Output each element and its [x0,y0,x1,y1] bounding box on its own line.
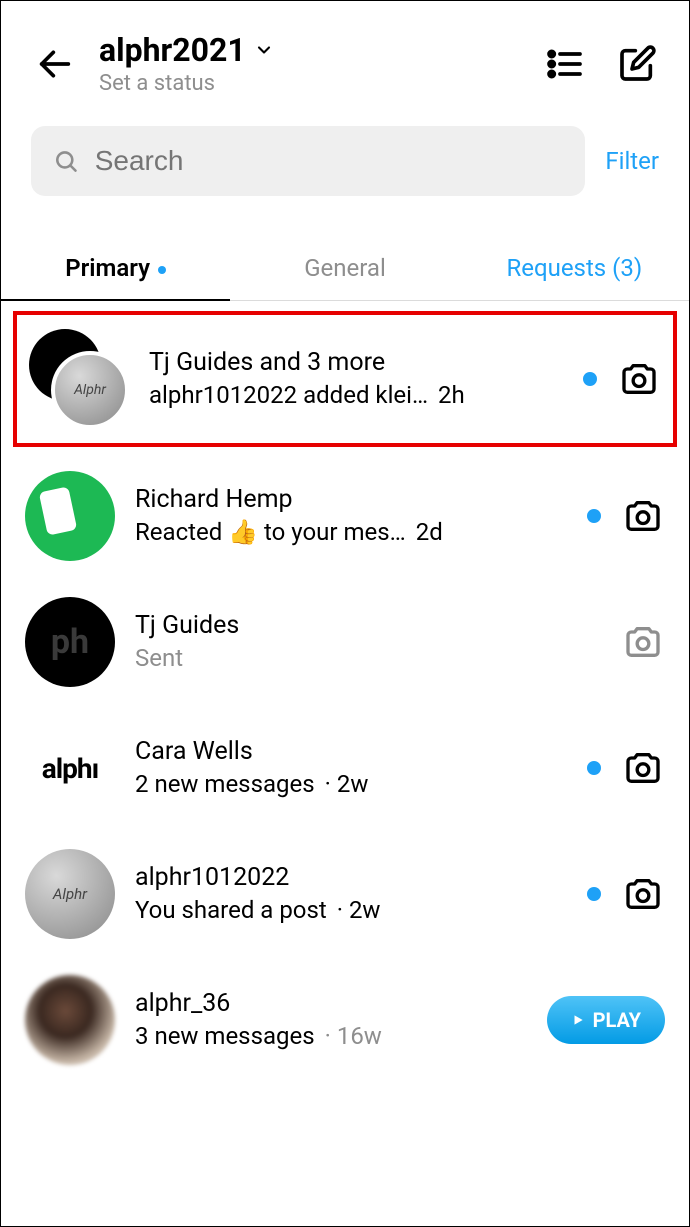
unread-dot-icon [587,509,601,523]
play-button[interactable]: PLAY [547,996,665,1044]
conversation-title: alphr_36 [135,988,527,1021]
camera-button[interactable] [621,494,665,538]
conversation-subtitle: 3 new messages [135,1020,315,1052]
tab-requests[interactable]: Requests (3) [460,236,689,300]
play-icon [571,1013,585,1027]
conversation-subtitle: 2 new messages [135,768,315,800]
compose-button[interactable] [615,42,659,86]
camera-button[interactable] [617,357,661,401]
unread-dot-icon [583,372,597,386]
avatar [25,975,115,1065]
conversation-text: Cara Wells 2 new messages · 2w [135,736,567,801]
tab-label: Primary [65,254,150,282]
play-label: PLAY [593,1008,641,1032]
avatar: Alphr [25,849,115,939]
avatar-group: Alphr [29,329,129,429]
conversation-text: Tj Guides and 3 more alphr1012022 added … [149,347,563,412]
status-text[interactable]: Set a status [99,71,523,96]
conversation-text: alphr1012022 You shared a post · 2w [135,862,567,927]
conversation-list: Alphr Tj Guides and 3 more alphr1012022 … [1,301,689,1083]
conversation-time: · 2w [337,896,381,924]
conversation-row[interactable]: Alphr Tj Guides and 3 more alphr1012022 … [13,311,677,447]
list-settings-button[interactable] [543,42,587,86]
conversation-row[interactable]: Tj Guides Sent [1,579,689,705]
tabs: Primary General Requests (3) [1,236,689,301]
avatar [25,597,115,687]
back-button[interactable] [31,40,79,88]
conversation-time: · 16w [325,1022,382,1050]
unread-indicator-icon [158,266,166,274]
search-box[interactable] [31,126,585,196]
conversation-row[interactable]: Alphr alphr1012022 You shared a post · 2… [1,831,689,957]
conversation-subtitle: Reacted 👍 to your mes… [135,516,406,548]
conversation-title: Tj Guides and 3 more [149,347,563,380]
camera-button[interactable] [621,746,665,790]
camera-button[interactable] [621,620,665,664]
conversation-text: Richard Hemp Reacted 👍 to your mes… 2d [135,484,567,549]
conversation-subtitle: alphr1012022 added klei… [149,379,428,411]
conversation-title: Tj Guides [135,610,601,643]
unread-dot-icon [587,761,601,775]
conversation-text: alphr_36 3 new messages · 16w [135,988,527,1053]
avatar: alphı [25,723,115,813]
conversation-row[interactable]: alphr_36 3 new messages · 16w PLAY [1,957,689,1083]
conversation-time: 2d [416,518,443,546]
camera-button[interactable] [621,872,665,916]
conversation-subtitle: Sent [135,642,183,674]
tab-general[interactable]: General [230,236,459,300]
conversation-title: alphr1012022 [135,862,567,895]
conversation-time: 2h [438,381,465,409]
search-icon [53,147,79,175]
conversation-text: Tj Guides Sent [135,610,601,675]
chevron-down-icon [254,40,274,60]
username: alphr2021 [99,31,246,69]
filter-button[interactable]: Filter [605,147,659,175]
account-switcher[interactable]: alphr2021 Set a status [99,31,523,96]
conversation-time: · 2w [325,770,369,798]
conversation-row[interactable]: alphı Cara Wells 2 new messages · 2w [1,705,689,831]
unread-dot-icon [587,887,601,901]
arrow-left-icon [35,44,75,84]
tab-primary[interactable]: Primary [1,236,230,300]
conversation-title: Richard Hemp [135,484,567,517]
conversation-subtitle: You shared a post [135,894,327,926]
search-input[interactable] [95,145,564,177]
conversation-row[interactable]: Richard Hemp Reacted 👍 to your mes… 2d [1,453,689,579]
list-icon [545,44,585,84]
conversation-title: Cara Wells [135,736,567,769]
compose-icon [617,44,657,84]
avatar [25,471,115,561]
